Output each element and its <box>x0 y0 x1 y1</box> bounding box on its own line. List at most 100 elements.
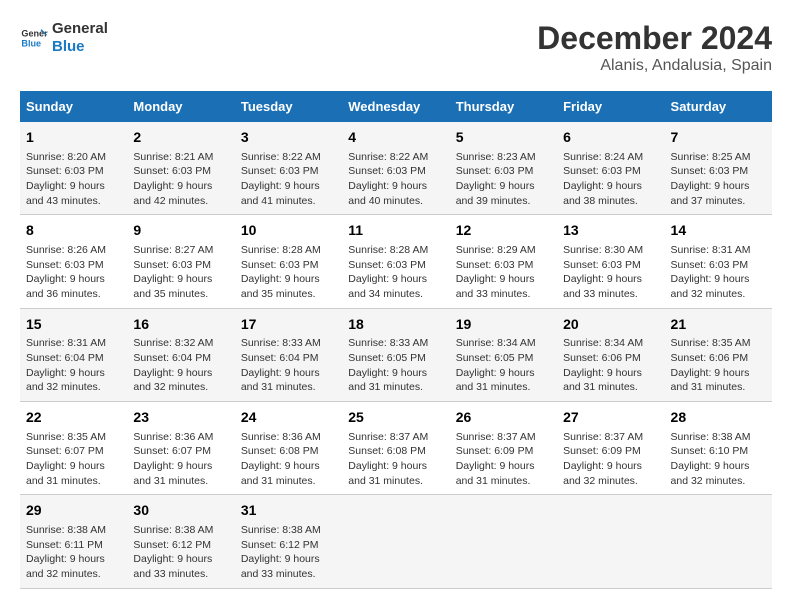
day-number: 8 <box>26 221 121 241</box>
calendar-subtitle: Alanis, Andalusia, Spain <box>537 57 772 75</box>
calendar-cell: 31Sunrise: 8:38 AM Sunset: 6:12 PM Dayli… <box>235 495 342 588</box>
weekday-header-row: SundayMondayTuesdayWednesdayThursdayFrid… <box>20 91 772 122</box>
calendar-cell <box>342 495 449 588</box>
day-number: 14 <box>671 221 766 241</box>
day-info: Sunrise: 8:35 AM Sunset: 6:07 PM Dayligh… <box>26 430 121 489</box>
calendar-cell: 8Sunrise: 8:26 AM Sunset: 6:03 PM Daylig… <box>20 215 127 308</box>
calendar-cell: 30Sunrise: 8:38 AM Sunset: 6:12 PM Dayli… <box>127 495 234 588</box>
day-number: 3 <box>241 128 336 148</box>
day-info: Sunrise: 8:37 AM Sunset: 6:09 PM Dayligh… <box>456 430 551 489</box>
day-number: 30 <box>133 501 228 521</box>
day-number: 12 <box>456 221 551 241</box>
day-number: 22 <box>26 408 121 428</box>
day-info: Sunrise: 8:20 AM Sunset: 6:03 PM Dayligh… <box>26 150 121 209</box>
weekday-header: Friday <box>557 91 664 122</box>
calendar-week-row: 22Sunrise: 8:35 AM Sunset: 6:07 PM Dayli… <box>20 402 772 495</box>
calendar-cell: 14Sunrise: 8:31 AM Sunset: 6:03 PM Dayli… <box>665 215 772 308</box>
calendar-cell: 13Sunrise: 8:30 AM Sunset: 6:03 PM Dayli… <box>557 215 664 308</box>
svg-text:General: General <box>21 29 48 39</box>
logo: General Blue General Blue <box>20 20 108 56</box>
day-info: Sunrise: 8:37 AM Sunset: 6:08 PM Dayligh… <box>348 430 443 489</box>
page-header: General Blue General Blue December 2024 … <box>20 20 772 75</box>
day-number: 5 <box>456 128 551 148</box>
day-info: Sunrise: 8:31 AM Sunset: 6:04 PM Dayligh… <box>26 336 121 395</box>
day-info: Sunrise: 8:23 AM Sunset: 6:03 PM Dayligh… <box>456 150 551 209</box>
calendar-cell: 3Sunrise: 8:22 AM Sunset: 6:03 PM Daylig… <box>235 122 342 215</box>
day-number: 21 <box>671 315 766 335</box>
day-info: Sunrise: 8:35 AM Sunset: 6:06 PM Dayligh… <box>671 336 766 395</box>
calendar-cell: 7Sunrise: 8:25 AM Sunset: 6:03 PM Daylig… <box>665 122 772 215</box>
day-number: 15 <box>26 315 121 335</box>
day-number: 10 <box>241 221 336 241</box>
calendar-week-row: 15Sunrise: 8:31 AM Sunset: 6:04 PM Dayli… <box>20 308 772 401</box>
calendar-cell: 28Sunrise: 8:38 AM Sunset: 6:10 PM Dayli… <box>665 402 772 495</box>
calendar-cell <box>665 495 772 588</box>
svg-text:Blue: Blue <box>21 38 41 48</box>
day-number: 16 <box>133 315 228 335</box>
day-info: Sunrise: 8:21 AM Sunset: 6:03 PM Dayligh… <box>133 150 228 209</box>
weekday-header: Saturday <box>665 91 772 122</box>
calendar-cell: 20Sunrise: 8:34 AM Sunset: 6:06 PM Dayli… <box>557 308 664 401</box>
day-number: 23 <box>133 408 228 428</box>
day-number: 2 <box>133 128 228 148</box>
day-number: 29 <box>26 501 121 521</box>
day-info: Sunrise: 8:29 AM Sunset: 6:03 PM Dayligh… <box>456 243 551 302</box>
day-info: Sunrise: 8:24 AM Sunset: 6:03 PM Dayligh… <box>563 150 658 209</box>
calendar-cell <box>450 495 557 588</box>
calendar-cell: 2Sunrise: 8:21 AM Sunset: 6:03 PM Daylig… <box>127 122 234 215</box>
day-number: 7 <box>671 128 766 148</box>
calendar-week-row: 1Sunrise: 8:20 AM Sunset: 6:03 PM Daylig… <box>20 122 772 215</box>
calendar-cell: 4Sunrise: 8:22 AM Sunset: 6:03 PM Daylig… <box>342 122 449 215</box>
calendar-cell: 22Sunrise: 8:35 AM Sunset: 6:07 PM Dayli… <box>20 402 127 495</box>
calendar-cell: 29Sunrise: 8:38 AM Sunset: 6:11 PM Dayli… <box>20 495 127 588</box>
day-info: Sunrise: 8:28 AM Sunset: 6:03 PM Dayligh… <box>241 243 336 302</box>
day-number: 24 <box>241 408 336 428</box>
calendar-cell: 27Sunrise: 8:37 AM Sunset: 6:09 PM Dayli… <box>557 402 664 495</box>
calendar-cell: 25Sunrise: 8:37 AM Sunset: 6:08 PM Dayli… <box>342 402 449 495</box>
weekday-header: Monday <box>127 91 234 122</box>
day-number: 13 <box>563 221 658 241</box>
calendar-week-row: 8Sunrise: 8:26 AM Sunset: 6:03 PM Daylig… <box>20 215 772 308</box>
day-info: Sunrise: 8:34 AM Sunset: 6:06 PM Dayligh… <box>563 336 658 395</box>
day-number: 18 <box>348 315 443 335</box>
day-info: Sunrise: 8:31 AM Sunset: 6:03 PM Dayligh… <box>671 243 766 302</box>
day-number: 28 <box>671 408 766 428</box>
calendar-cell: 23Sunrise: 8:36 AM Sunset: 6:07 PM Dayli… <box>127 402 234 495</box>
calendar-cell: 17Sunrise: 8:33 AM Sunset: 6:04 PM Dayli… <box>235 308 342 401</box>
title-block: December 2024 Alanis, Andalusia, Spain <box>537 20 772 75</box>
day-info: Sunrise: 8:33 AM Sunset: 6:04 PM Dayligh… <box>241 336 336 395</box>
calendar-cell: 11Sunrise: 8:28 AM Sunset: 6:03 PM Dayli… <box>342 215 449 308</box>
day-info: Sunrise: 8:37 AM Sunset: 6:09 PM Dayligh… <box>563 430 658 489</box>
day-number: 26 <box>456 408 551 428</box>
day-info: Sunrise: 8:38 AM Sunset: 6:10 PM Dayligh… <box>671 430 766 489</box>
day-number: 17 <box>241 315 336 335</box>
day-info: Sunrise: 8:27 AM Sunset: 6:03 PM Dayligh… <box>133 243 228 302</box>
day-info: Sunrise: 8:38 AM Sunset: 6:11 PM Dayligh… <box>26 523 121 582</box>
calendar-title: December 2024 <box>537 20 772 57</box>
calendar-cell: 16Sunrise: 8:32 AM Sunset: 6:04 PM Dayli… <box>127 308 234 401</box>
day-number: 25 <box>348 408 443 428</box>
calendar-cell: 26Sunrise: 8:37 AM Sunset: 6:09 PM Dayli… <box>450 402 557 495</box>
calendar-cell: 15Sunrise: 8:31 AM Sunset: 6:04 PM Dayli… <box>20 308 127 401</box>
day-info: Sunrise: 8:25 AM Sunset: 6:03 PM Dayligh… <box>671 150 766 209</box>
calendar-cell: 21Sunrise: 8:35 AM Sunset: 6:06 PM Dayli… <box>665 308 772 401</box>
day-info: Sunrise: 8:34 AM Sunset: 6:05 PM Dayligh… <box>456 336 551 395</box>
weekday-header: Sunday <box>20 91 127 122</box>
calendar-week-row: 29Sunrise: 8:38 AM Sunset: 6:11 PM Dayli… <box>20 495 772 588</box>
calendar-cell: 19Sunrise: 8:34 AM Sunset: 6:05 PM Dayli… <box>450 308 557 401</box>
day-number: 11 <box>348 221 443 241</box>
calendar-cell: 24Sunrise: 8:36 AM Sunset: 6:08 PM Dayli… <box>235 402 342 495</box>
calendar-cell: 12Sunrise: 8:29 AM Sunset: 6:03 PM Dayli… <box>450 215 557 308</box>
day-info: Sunrise: 8:22 AM Sunset: 6:03 PM Dayligh… <box>348 150 443 209</box>
calendar-cell <box>557 495 664 588</box>
day-info: Sunrise: 8:33 AM Sunset: 6:05 PM Dayligh… <box>348 336 443 395</box>
logo-icon: General Blue <box>20 24 48 52</box>
calendar-cell: 18Sunrise: 8:33 AM Sunset: 6:05 PM Dayli… <box>342 308 449 401</box>
day-number: 9 <box>133 221 228 241</box>
weekday-header: Tuesday <box>235 91 342 122</box>
calendar-cell: 9Sunrise: 8:27 AM Sunset: 6:03 PM Daylig… <box>127 215 234 308</box>
weekday-header: Thursday <box>450 91 557 122</box>
calendar-table: SundayMondayTuesdayWednesdayThursdayFrid… <box>20 91 772 589</box>
calendar-cell: 10Sunrise: 8:28 AM Sunset: 6:03 PM Dayli… <box>235 215 342 308</box>
day-info: Sunrise: 8:36 AM Sunset: 6:08 PM Dayligh… <box>241 430 336 489</box>
